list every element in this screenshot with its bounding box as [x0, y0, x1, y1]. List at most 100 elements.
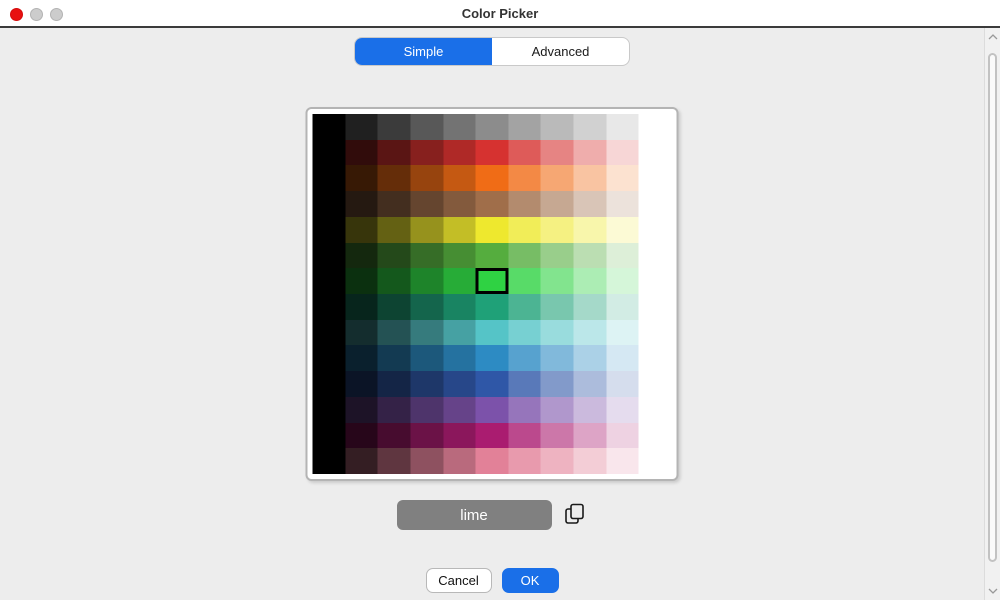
- palette-cell[interactable]: [410, 217, 443, 243]
- palette-cell[interactable]: [541, 423, 574, 449]
- palette-cell[interactable]: [313, 140, 346, 166]
- palette-cell[interactable]: [476, 423, 509, 449]
- palette-cell[interactable]: [541, 243, 574, 269]
- palette-cell[interactable]: [574, 345, 607, 371]
- palette-cell[interactable]: [410, 423, 443, 449]
- palette-cell[interactable]: [541, 114, 574, 140]
- palette-cell[interactable]: [313, 397, 346, 423]
- palette-cell[interactable]: [606, 397, 639, 423]
- palette-cell[interactable]: [345, 397, 378, 423]
- palette-cell[interactable]: [378, 114, 411, 140]
- palette-cell[interactable]: [476, 191, 509, 217]
- palette-cell[interactable]: [410, 448, 443, 474]
- palette-cell[interactable]: [443, 114, 476, 140]
- palette-cell[interactable]: [378, 371, 411, 397]
- palette-cell[interactable]: [443, 191, 476, 217]
- palette-cell[interactable]: [410, 371, 443, 397]
- palette-cell[interactable]: [639, 165, 672, 191]
- palette-cell[interactable]: [378, 217, 411, 243]
- palette-cell[interactable]: [443, 268, 476, 294]
- palette-cell[interactable]: [313, 114, 346, 140]
- ok-button[interactable]: OK: [502, 568, 559, 593]
- palette-cell[interactable]: [313, 320, 346, 346]
- palette-cell[interactable]: [639, 448, 672, 474]
- palette-cell[interactable]: [508, 243, 541, 269]
- palette-cell[interactable]: [574, 294, 607, 320]
- palette-cell[interactable]: [345, 268, 378, 294]
- palette-cell[interactable]: [606, 320, 639, 346]
- palette-cell[interactable]: [574, 140, 607, 166]
- palette-cell[interactable]: [378, 294, 411, 320]
- palette-cell[interactable]: [313, 243, 346, 269]
- palette-cell[interactable]: [574, 423, 607, 449]
- palette-cell[interactable]: [574, 165, 607, 191]
- palette-cell[interactable]: [443, 371, 476, 397]
- palette-cell[interactable]: [508, 217, 541, 243]
- palette-cell[interactable]: [443, 320, 476, 346]
- palette-cell[interactable]: [541, 371, 574, 397]
- palette-cell[interactable]: [639, 294, 672, 320]
- palette-cell[interactable]: [410, 243, 443, 269]
- palette-cell[interactable]: [639, 320, 672, 346]
- palette-cell[interactable]: [606, 114, 639, 140]
- palette-cell[interactable]: [541, 268, 574, 294]
- palette-cell[interactable]: [410, 397, 443, 423]
- palette-cell[interactable]: [574, 268, 607, 294]
- palette-cell[interactable]: [508, 423, 541, 449]
- palette-cell[interactable]: [345, 345, 378, 371]
- palette-cell[interactable]: [443, 217, 476, 243]
- palette-cell[interactable]: [443, 423, 476, 449]
- palette-cell[interactable]: [378, 423, 411, 449]
- palette-cell[interactable]: [508, 140, 541, 166]
- palette-cell[interactable]: [313, 345, 346, 371]
- palette-cell[interactable]: [541, 217, 574, 243]
- palette-cell[interactable]: [378, 345, 411, 371]
- palette-cell[interactable]: [476, 320, 509, 346]
- palette-cell[interactable]: [508, 191, 541, 217]
- palette-cell[interactable]: [378, 140, 411, 166]
- palette-cell[interactable]: [476, 371, 509, 397]
- palette-cell[interactable]: [606, 345, 639, 371]
- palette-cell[interactable]: [606, 423, 639, 449]
- palette-cell[interactable]: [574, 217, 607, 243]
- palette-cell[interactable]: [541, 345, 574, 371]
- palette-cell[interactable]: [639, 423, 672, 449]
- palette-cell[interactable]: [476, 345, 509, 371]
- palette-cell[interactable]: [313, 165, 346, 191]
- palette-cell[interactable]: [574, 320, 607, 346]
- palette-cell[interactable]: [606, 371, 639, 397]
- palette-cell[interactable]: [541, 140, 574, 166]
- scrollbar-thumb[interactable]: [988, 53, 997, 562]
- palette-cell[interactable]: [313, 448, 346, 474]
- palette-cell[interactable]: [606, 140, 639, 166]
- palette-cell[interactable]: [378, 191, 411, 217]
- palette-cell[interactable]: [378, 397, 411, 423]
- palette-cell[interactable]: [313, 294, 346, 320]
- palette-cell[interactable]: [410, 114, 443, 140]
- palette-cell[interactable]: [345, 294, 378, 320]
- palette-cell[interactable]: [541, 165, 574, 191]
- palette-cell[interactable]: [574, 243, 607, 269]
- palette-cell[interactable]: [574, 371, 607, 397]
- palette-cell[interactable]: [476, 397, 509, 423]
- palette-cell[interactable]: [639, 371, 672, 397]
- palette-cell[interactable]: [541, 448, 574, 474]
- palette-cell[interactable]: [443, 165, 476, 191]
- palette-cell[interactable]: [639, 191, 672, 217]
- palette-cell[interactable]: [345, 114, 378, 140]
- tab-simple[interactable]: Simple: [355, 38, 492, 65]
- palette-cell[interactable]: [508, 397, 541, 423]
- palette-cell[interactable]: [476, 243, 509, 269]
- palette-cell[interactable]: [574, 191, 607, 217]
- palette-cell[interactable]: [606, 294, 639, 320]
- palette-cell[interactable]: [345, 191, 378, 217]
- palette-cell[interactable]: [378, 448, 411, 474]
- palette-cell[interactable]: [508, 294, 541, 320]
- palette-cell[interactable]: [639, 268, 672, 294]
- palette-cell[interactable]: [345, 448, 378, 474]
- palette-cell[interactable]: [541, 294, 574, 320]
- vertical-scrollbar[interactable]: [984, 28, 1000, 600]
- palette-cell[interactable]: [443, 448, 476, 474]
- palette-cell[interactable]: [345, 140, 378, 166]
- copy-color-button[interactable]: [562, 501, 588, 529]
